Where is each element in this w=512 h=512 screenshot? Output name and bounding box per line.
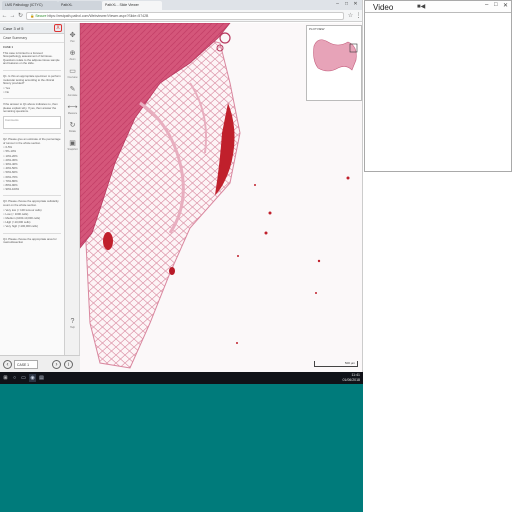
viewer-toolbar: ✥ Pan ⊕ Zoom ▭ Overview ✎ Annotate ⟷ Measure ↻ Rota… <box>65 23 80 372</box>
minimize-button[interactable]: – <box>334 1 341 8</box>
case-summary-heading: Case Summary <box>0 34 64 43</box>
tool-annotate[interactable]: ✎ Annotate <box>66 85 79 100</box>
tool-snapshot[interactable]: ▣ Snapshot <box>66 139 79 154</box>
question-1-options: ○ Yes ○ No <box>0 86 64 94</box>
tab-slide-viewer[interactable]: PathXL - Slide Viewer <box>102 1 162 10</box>
overview-title: PLOTVIEW <box>309 27 325 31</box>
lock-icon: 🔒 <box>30 14 35 18</box>
camera-icon[interactable]: ■◀ <box>417 3 425 10</box>
tab-lms[interactable]: LMS Pathology (ICTYC) <box>2 1 58 10</box>
tool-label: Rotate <box>68 130 77 133</box>
option-label: Very high (>100,000 cells) <box>5 224 38 229</box>
video-header: Video ■◀ – □ ✕ <box>365 1 511 13</box>
close-panel-button[interactable]: X <box>54 24 62 32</box>
search-icon[interactable]: ○ <box>11 374 18 382</box>
previous-case-button[interactable]: ‹ <box>3 360 12 369</box>
browser-window: LMS Pathology (ICTYC) PathXL PathXL - Sl… <box>0 0 363 372</box>
tool-label: Help <box>70 326 75 329</box>
divider <box>3 232 61 234</box>
question-3-options: ○ Very low (< 100 tumour cells) ○ Low (< … <box>0 208 64 229</box>
start-button[interactable]: ⊞ <box>2 374 9 382</box>
question-1: Q1. Is this an appropriate specimen to p… <box>3 73 61 86</box>
question-3: Q3. Please choose the appropriate cellul… <box>3 199 59 207</box>
chrome-taskbar-icon[interactable]: ◉ <box>29 374 36 382</box>
windows-taskbar: ⊞ ○ ▭ ◉ ▤ 11:41 01/06/2018 <box>0 372 363 384</box>
video-window: Video ■◀ – □ ✕ <box>364 0 512 172</box>
question-2-options: ○ 0-5% ○ 5%-10% ○ 10%-20% ○ 20%-30% ○ 30%-40… <box>0 145 64 191</box>
tool-help[interactable]: ? Help <box>66 317 79 332</box>
question-panel-header: Case 3 of 5 X <box>0 23 64 34</box>
option-label: 90%-100% <box>5 187 20 192</box>
answer-option[interactable]: ○ No <box>0 90 64 94</box>
star-icon[interactable]: ☆ <box>347 12 354 20</box>
url-field[interactable]: 🔒 Secure https://restpath.pathxl.com/Web… <box>26 12 344 20</box>
answer-option[interactable]: ○ 90%-100% <box>0 187 64 191</box>
question-1-comment-box[interactable]: Comments <box>3 115 61 129</box>
info-button[interactable]: i <box>64 360 73 369</box>
question-1-note: If the answer to Q1 above indicates no, … <box>3 102 58 114</box>
folder-icon[interactable]: ▤ <box>38 374 45 382</box>
tool-label: Measure <box>67 112 78 115</box>
address-bar: ← → ↻ 🔒 Secure https://restpath.pathxl.c… <box>0 10 362 22</box>
forward-icon[interactable]: → <box>9 12 16 20</box>
pan-icon: ✥ <box>69 32 76 39</box>
video-maximize-button[interactable]: □ <box>494 2 498 8</box>
question-panel: Case 3 of 5 X Case Summary CASE 1 This c… <box>0 23 65 372</box>
overview-icon: ▭ <box>69 68 76 75</box>
next-case-button[interactable]: › <box>52 360 61 369</box>
tool-measure[interactable]: ⟷ Measure <box>66 103 79 118</box>
video-close-button[interactable]: ✕ <box>503 2 508 9</box>
tool-zoom[interactable]: ⊕ Zoom <box>66 49 79 64</box>
question-4: Q4. Please choose the appropriate area f… <box>3 236 57 245</box>
measure-icon: ⟷ <box>67 104 78 111</box>
tab-bar: LMS Pathology (ICTYC) PathXL PathXL - Sl… <box>0 0 362 10</box>
desktop-background <box>0 384 363 512</box>
back-icon[interactable]: ← <box>1 12 8 20</box>
case-label: CASE 1 <box>3 45 14 49</box>
help-icon: ? <box>70 318 75 325</box>
case-intro: This case is limited to a focused histop… <box>3 50 60 66</box>
menu-icon[interactable]: ⋮ <box>355 12 362 20</box>
video-minimize-button[interactable]: – <box>485 2 488 8</box>
rotate-icon: ↻ <box>69 122 76 129</box>
task-view-icon[interactable]: ▭ <box>20 374 27 382</box>
scale-bar: 500 µm <box>314 361 358 367</box>
annotate-icon: ✎ <box>69 86 76 93</box>
tab-pathxl[interactable]: PathXL <box>58 1 102 10</box>
divider <box>3 195 61 197</box>
tool-overview[interactable]: ▭ Overview <box>66 67 79 82</box>
tool-label: Zoom <box>69 58 76 61</box>
maximize-button[interactable]: □ <box>343 1 350 8</box>
tool-label: Pan <box>70 40 75 43</box>
case-counter: Case 3 of 5 <box>3 26 24 31</box>
tool-label: Snapshot <box>67 148 78 151</box>
overview-thumbnail <box>313 39 358 72</box>
answer-option[interactable]: ○ Very high (>100,000 cells) <box>0 224 64 228</box>
video-title: Video <box>373 3 394 12</box>
snapshot-icon: ▣ <box>69 140 76 147</box>
zoom-icon: ⊕ <box>69 50 76 57</box>
option-label: No <box>5 89 10 94</box>
divider <box>3 132 61 134</box>
url-text: https://restpath.pathxl.com/Webviewer/Vi… <box>47 14 149 18</box>
clock[interactable]: 11:41 01/06/2018 <box>330 373 360 382</box>
video-area[interactable] <box>365 13 511 171</box>
tool-pan[interactable]: ✥ Pan <box>66 31 79 46</box>
divider <box>3 69 61 71</box>
case-select[interactable]: CASE 1 <box>14 360 38 369</box>
question-2: Q2. Please give an estimate of the perce… <box>3 136 61 145</box>
slide-overview[interactable]: PLOTVIEW <box>306 25 362 101</box>
secure-label: Secure <box>35 14 47 18</box>
tool-label: Annotate <box>67 94 78 97</box>
close-window-button[interactable]: ✕ <box>352 1 359 8</box>
case-navigation-bar: ‹ CASE 1 › i <box>0 355 80 372</box>
clock-date: 01/06/2018 <box>342 377 360 382</box>
reload-icon[interactable]: ↻ <box>17 12 24 20</box>
divider <box>3 98 61 100</box>
tool-rotate[interactable]: ↻ Rotate <box>66 121 79 136</box>
tool-label: Overview <box>67 76 78 79</box>
